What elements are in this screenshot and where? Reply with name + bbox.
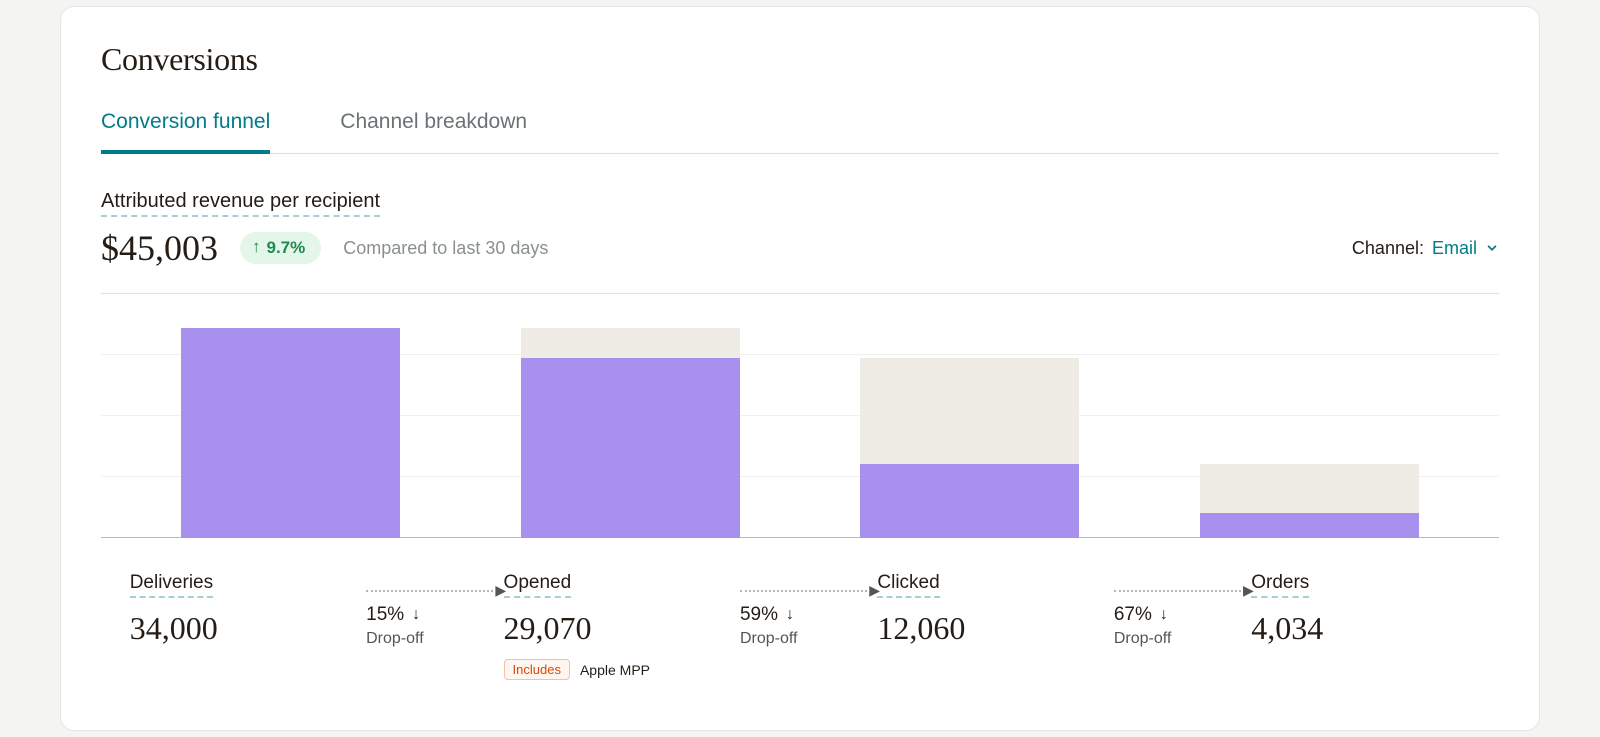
tabs: Conversion funnel Channel breakdown — [101, 110, 1499, 154]
stage-column: Opened 29,070 Includes Apple MPP — [504, 572, 723, 680]
dotted-line — [1114, 590, 1241, 592]
stage-label: Orders — [1251, 572, 1309, 598]
dropoff-connector: ▶ — [1114, 582, 1254, 599]
tab-channel-breakdown[interactable]: Channel breakdown — [340, 110, 527, 153]
chart-footer: Deliveries 34,000 ▶ 15% ↓ Drop-off Opened 29,07… — [101, 538, 1499, 680]
stage-value: 29,070 — [504, 610, 723, 647]
dropoff-label: Drop-off — [366, 630, 486, 648]
dotted-line — [366, 590, 493, 592]
page-title: Conversions — [101, 41, 1499, 78]
includes-badge: Includes — [504, 659, 570, 680]
dropoff-pct-value: 67% — [1114, 604, 1152, 626]
bars-container — [101, 328, 1499, 538]
funnel-bar[interactable] — [860, 358, 1079, 538]
stage-column: Clicked 12,060 — [877, 572, 1096, 647]
stage-label: Opened — [504, 572, 572, 598]
bar-previous — [860, 358, 1079, 463]
bar-current — [181, 328, 400, 538]
dropoff-pct-value: 59% — [740, 604, 778, 626]
metric-label: Attributed revenue per recipient — [101, 190, 380, 217]
funnel-bar[interactable] — [181, 328, 400, 538]
metric-block: Attributed revenue per recipient $45,003… — [101, 190, 548, 269]
channel-selector[interactable]: Channel: Email — [1352, 238, 1499, 259]
arrow-right-icon: ▶ — [869, 582, 880, 599]
funnel-bar[interactable] — [521, 328, 740, 538]
arrow-right-icon: ▶ — [1243, 582, 1254, 599]
dropoff-pct-value: 15% — [366, 604, 404, 626]
dropoff-pct: 67% ↓ — [1114, 604, 1234, 626]
metric-value-row: $45,003 ↑ 9.7% Compared to last 30 days — [101, 227, 548, 269]
stage-badge: Includes Apple MPP — [504, 659, 723, 680]
stage-value: 34,000 — [130, 610, 349, 647]
dropoff-column: ▶67%↓Drop-off — [1114, 574, 1234, 648]
change-pill: ↑ 9.7% — [240, 232, 321, 264]
conversions-card: Conversions Conversion funnel Channel br… — [60, 6, 1540, 731]
dotted-line — [740, 590, 867, 592]
tab-conversion-funnel[interactable]: Conversion funnel — [101, 110, 270, 154]
stage-value: 4,034 — [1251, 610, 1470, 647]
chevron-down-icon — [1485, 241, 1499, 258]
dropoff-pct: 15% ↓ — [366, 604, 486, 626]
stage-column: Orders 4,034 — [1251, 572, 1470, 647]
dropoff-label: Drop-off — [740, 630, 860, 648]
bar-current — [521, 358, 740, 538]
dropoff-connector: ▶ — [366, 582, 506, 599]
channel-label: Channel: — [1352, 238, 1424, 259]
dropoff-column: ▶15%↓Drop-off — [366, 574, 486, 648]
metric-value: $45,003 — [101, 227, 218, 269]
compared-text: Compared to last 30 days — [343, 238, 548, 259]
funnel-bar[interactable] — [1200, 464, 1419, 538]
arrow-right-icon: ▶ — [495, 582, 506, 599]
arrow-down-icon: ↓ — [786, 606, 794, 624]
arrow-up-icon: ↑ — [252, 237, 261, 257]
channel-value: Email — [1432, 238, 1477, 259]
metric-row: Attributed revenue per recipient $45,003… — [101, 190, 1499, 269]
separator — [101, 293, 1499, 294]
bar-previous — [1200, 464, 1419, 514]
bar-current — [860, 464, 1079, 538]
stage-value: 12,060 — [877, 610, 1096, 647]
includes-text: Apple MPP — [580, 662, 650, 678]
funnel-chart — [101, 328, 1499, 538]
stage-label: Deliveries — [130, 572, 213, 598]
dropoff-connector: ▶ — [740, 582, 880, 599]
bar-current — [1200, 513, 1419, 538]
stage-label: Clicked — [877, 572, 939, 598]
dropoff-label: Drop-off — [1114, 630, 1234, 648]
dropoff-pct: 59% ↓ — [740, 604, 860, 626]
bar-previous — [521, 328, 740, 358]
stage-column: Deliveries 34,000 — [130, 572, 349, 647]
dropoff-column: ▶59%↓Drop-off — [740, 574, 860, 648]
change-pct: 9.7% — [267, 238, 306, 258]
arrow-down-icon: ↓ — [1160, 606, 1168, 624]
arrow-down-icon: ↓ — [412, 606, 420, 624]
